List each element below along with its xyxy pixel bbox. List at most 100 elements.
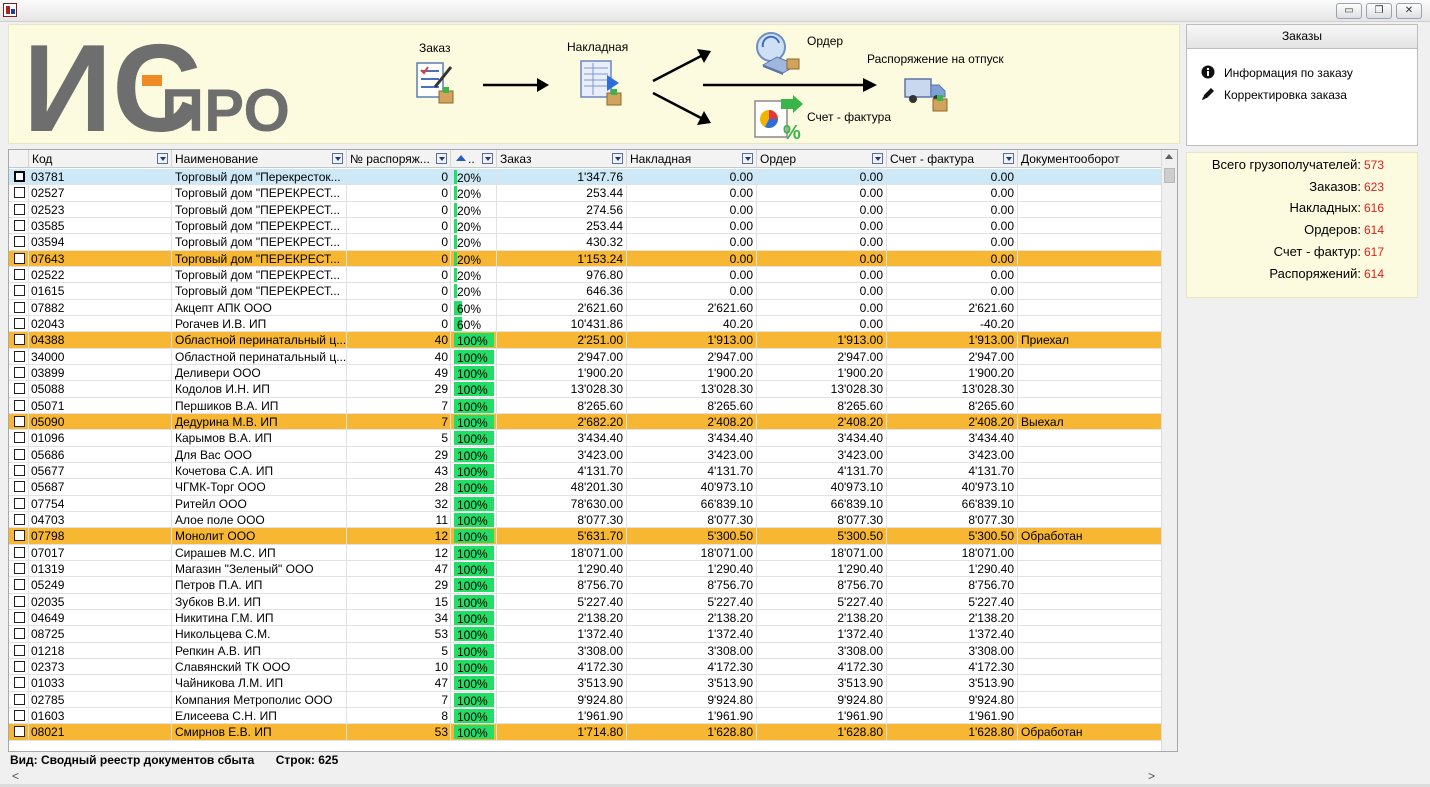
- table-row[interactable]: 04649 Никитина Г.М. ИП 34 100% 2'138.20 2'138…: [9, 609, 1163, 627]
- table-row[interactable]: 34000 Областной перинатальный ц... 40 100% 2…: [9, 348, 1163, 365]
- row-checkbox[interactable]: [14, 660, 25, 672]
- row-checkbox[interactable]: [14, 268, 25, 280]
- minimize-button[interactable]: ▭: [1336, 3, 1362, 19]
- row-checkbox[interactable]: [14, 709, 25, 721]
- row-checkbox-cell[interactable]: [9, 511, 29, 528]
- scroll-left-icon[interactable]: <: [12, 769, 19, 784]
- row-checkbox[interactable]: [14, 203, 25, 215]
- row-checkbox[interactable]: [14, 693, 25, 705]
- row-checkbox-cell[interactable]: [9, 544, 29, 561]
- filter-icon[interactable]: [482, 153, 493, 164]
- row-checkbox[interactable]: [14, 350, 25, 362]
- table-row[interactable]: 05090 Дедурина М.В. ИП 7 100% 2'682.20 2'408.…: [9, 413, 1163, 431]
- table-row[interactable]: 07643 Торговый дом "ПЕРЕКРЕСТ... 0 20% 1'153…: [9, 250, 1163, 267]
- tax-invoice-icon[interactable]: %: [753, 95, 805, 141]
- row-checkbox-cell[interactable]: [9, 381, 29, 398]
- table-row[interactable]: 05088 Кодолов И.Н. ИП 29 100% 13'028.30 13'02…: [9, 381, 1163, 398]
- table-row[interactable]: 05249 Петров П.А. ИП 29 100% 8'756.70 8'756.7…: [9, 577, 1163, 594]
- row-checkbox-cell[interactable]: [9, 724, 29, 741]
- row-checkbox[interactable]: [14, 595, 25, 607]
- table-row[interactable]: 02785 Компания Метрополис ООО 7 100% 9'924.8…: [9, 691, 1163, 708]
- column-header-tax-invoice[interactable]: Счет - фактура: [887, 150, 1018, 168]
- column-header-release-number[interactable]: № распоряж...: [347, 150, 451, 168]
- row-checkbox-cell[interactable]: [9, 348, 29, 365]
- table-row[interactable]: 07798 Монолит ООО 12 100% 5'631.70 5'300.50 5'…: [9, 528, 1163, 545]
- table-row[interactable]: 05686 Для Вас ООО 29 100% 3'423.00 3'423.00 3'…: [9, 446, 1163, 463]
- table-row[interactable]: 07882 Акцепт АПК ООО 0 60% 2'621.60 2'621.60 0…: [9, 299, 1163, 316]
- header-checkbox-column[interactable]: [9, 150, 29, 168]
- row-checkbox[interactable]: [14, 432, 25, 444]
- column-header-cash-order[interactable]: Ордер: [757, 150, 887, 168]
- table-row[interactable]: 08021 Смирнов Е.В. ИП 53 100% 1'714.80 1'628.…: [9, 724, 1163, 741]
- row-checkbox[interactable]: [14, 236, 25, 248]
- row-checkbox[interactable]: [14, 530, 25, 542]
- row-checkbox[interactable]: [14, 611, 25, 623]
- filter-icon[interactable]: [872, 153, 883, 164]
- scroll-thumb[interactable]: [1164, 168, 1175, 183]
- table-row[interactable]: 02043 Рогачев И.В. ИП 0 60% 10'431.86 40.20 0.…: [9, 315, 1163, 333]
- column-header-order[interactable]: Заказ: [497, 150, 627, 168]
- order-info-action[interactable]: Информация по заказу: [1201, 64, 1353, 82]
- table-row[interactable]: 05687 ЧГМК-Торг ООО 28 100% 48'201.30 40'973.…: [9, 479, 1163, 496]
- row-checkbox[interactable]: [14, 464, 25, 476]
- table-row[interactable]: 05677 Кочетова С.А. ИП 43 100% 4'131.70 4'131…: [9, 462, 1163, 480]
- row-checkbox-cell[interactable]: [9, 446, 29, 463]
- table-row[interactable]: 02522 Торговый дом "ПЕРЕКРЕСТ... 0 20% 976.8…: [9, 266, 1163, 284]
- table-row[interactable]: 04703 Алое поле ООО 11 100% 8'077.30 8'077.30…: [9, 511, 1163, 529]
- row-checkbox-cell[interactable]: [9, 593, 29, 610]
- column-header-invoice[interactable]: Накладная: [627, 150, 757, 168]
- filter-icon[interactable]: [157, 153, 168, 164]
- row-checkbox-cell[interactable]: [9, 364, 29, 381]
- table-row[interactable]: 01096 Карымов В.А. ИП 5 100% 3'434.40 3'434.4…: [9, 430, 1163, 447]
- row-checkbox[interactable]: [14, 366, 25, 378]
- table-row[interactable]: 01319 Магазин "Зеленый" ООО 47 100% 1'290.40…: [9, 560, 1163, 578]
- row-checkbox[interactable]: [14, 171, 25, 182]
- row-checkbox-cell[interactable]: [9, 332, 29, 349]
- filter-icon[interactable]: [742, 153, 753, 164]
- row-checkbox-cell[interactable]: [9, 169, 29, 185]
- scroll-right-icon[interactable]: >: [1148, 769, 1155, 784]
- order-icon[interactable]: [415, 61, 457, 107]
- row-checkbox-cell[interactable]: [9, 642, 29, 659]
- close-button[interactable]: ✕: [1396, 3, 1422, 19]
- table-row[interactable]: 05071 Першиков В.А. ИП 7 100% 8'265.60 8'265.…: [9, 397, 1163, 414]
- row-checkbox-cell[interactable]: [9, 397, 29, 414]
- row-checkbox-cell[interactable]: [9, 413, 29, 430]
- row-checkbox[interactable]: [14, 644, 25, 656]
- column-header-docflow[interactable]: Документооборот: [1018, 150, 1163, 168]
- row-checkbox-cell[interactable]: [9, 495, 29, 512]
- row-checkbox[interactable]: [14, 285, 25, 297]
- table-row[interactable]: 01218 Репкин А.В. ИП 5 100% 3'308.00 3'308.00…: [9, 642, 1163, 659]
- row-checkbox-cell[interactable]: [9, 528, 29, 545]
- row-checkbox[interactable]: [14, 726, 25, 738]
- row-checkbox-cell[interactable]: [9, 707, 29, 724]
- row-checkbox[interactable]: [14, 383, 25, 395]
- table-row[interactable]: 08725 Никольцева С.М. 53 100% 1'372.40 1'372.…: [9, 626, 1163, 643]
- column-header-kod[interactable]: Код: [29, 150, 172, 168]
- order-edit-action[interactable]: Корректировка заказа: [1201, 86, 1347, 104]
- row-checkbox-cell[interactable]: [9, 462, 29, 479]
- row-checkbox-cell[interactable]: [9, 609, 29, 626]
- invoice-icon[interactable]: [579, 59, 625, 107]
- row-checkbox-cell[interactable]: [9, 560, 29, 577]
- row-checkbox[interactable]: [14, 481, 25, 493]
- table-row[interactable]: 01033 Чайникова Л.М. ИП 47 100% 3'513.90 3'51…: [9, 675, 1163, 692]
- table-row[interactable]: 02527 Торговый дом "ПЕРЕКРЕСТ... 0 20% 253.4…: [9, 185, 1163, 202]
- restore-button[interactable]: ❐: [1366, 3, 1392, 19]
- release-truck-icon[interactable]: [903, 73, 951, 113]
- row-checkbox[interactable]: [14, 317, 25, 329]
- column-header-progress[interactable]: ..: [451, 150, 497, 168]
- row-checkbox[interactable]: [14, 187, 25, 199]
- orders-panel-title[interactable]: Заказы: [1187, 25, 1417, 49]
- filter-icon[interactable]: [612, 153, 623, 164]
- row-checkbox[interactable]: [14, 579, 25, 591]
- vertical-scrollbar[interactable]: [1161, 150, 1177, 751]
- row-checkbox[interactable]: [14, 415, 25, 427]
- filter-icon[interactable]: [436, 153, 447, 164]
- table-row[interactable]: 02373 Славянский ТК ООО 10 100% 4'172.30 4'17…: [9, 658, 1163, 676]
- row-checkbox[interactable]: [14, 448, 25, 460]
- row-checkbox[interactable]: [14, 497, 25, 509]
- row-checkbox[interactable]: [14, 252, 25, 264]
- row-checkbox-cell[interactable]: [9, 217, 29, 234]
- table-row[interactable]: 03781 Торговый дом "Перекресток... 0 20% 1'3…: [9, 169, 1163, 186]
